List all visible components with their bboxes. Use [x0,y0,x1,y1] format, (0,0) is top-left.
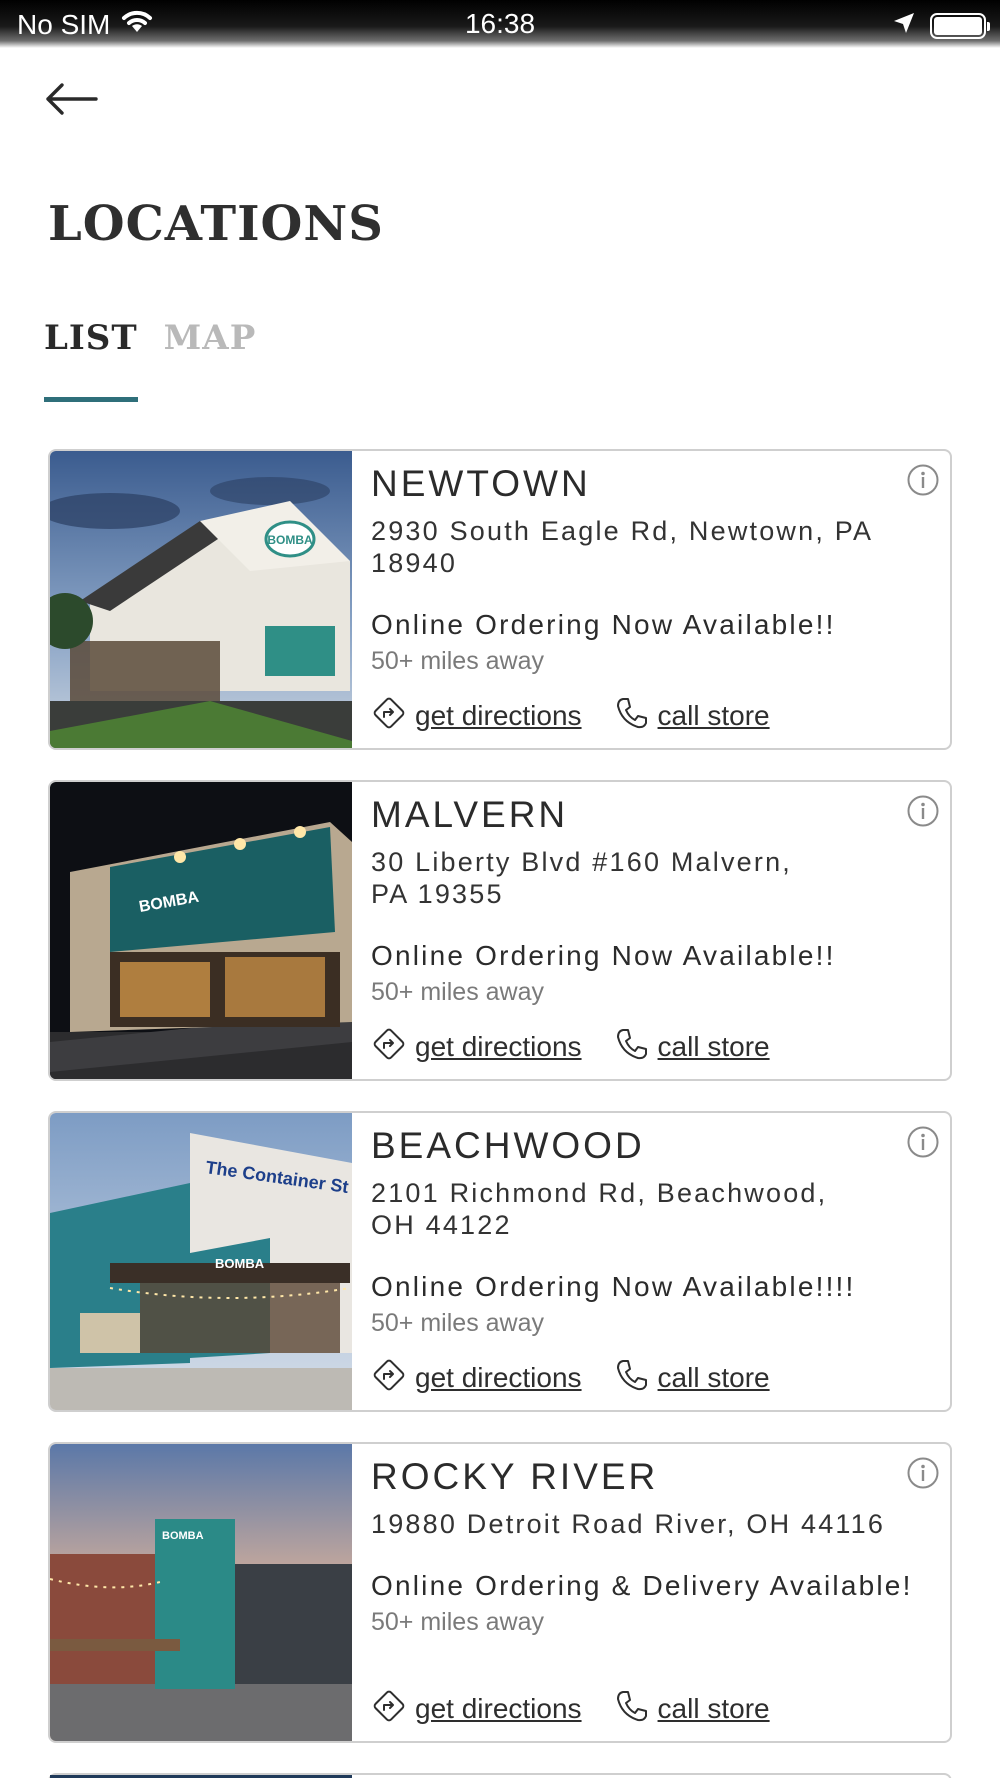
distance-label: 50+ miles away [371,978,544,1006]
directions-icon [371,1357,407,1398]
distance-label: 50+ miles away [371,1608,544,1636]
location-card-newtown[interactable]: BOMBA NEWTOWN 2930 South Eagle Rd, Newto… [48,449,952,750]
card-actions: get directions call store [371,1357,770,1398]
call-store-button[interactable]: call store [614,1357,770,1398]
status-time: 16:38 [464,8,536,39]
location-name: MALVERN [371,794,569,835]
call-store-label: call store [657,1361,770,1393]
card-actions: get directions call store [371,695,770,736]
location-card-beachwood[interactable]: The Container St BOMBA BEACHWOOD 2101 Ri… [48,1111,952,1412]
ordering-status: Online Ordering Now Available!! [371,940,836,971]
get-directions-button[interactable]: get directions [371,1357,582,1398]
get-directions-label: get directions [415,1692,582,1724]
call-store-button[interactable]: call store [614,695,770,736]
tab-map[interactable]: MAP [164,318,257,402]
location-address: 2930 South Eagle Rd, Newtown, PA 18940 [371,516,872,578]
location-card-malvern[interactable]: BOMBA MALVERN 30 Liberty Blvd #160 Malve… [48,780,952,1081]
location-arrow-icon [892,10,916,42]
status-right [892,10,990,42]
battery-icon [930,13,990,39]
ordering-status: Online Ordering Now Available!!!! [371,1271,856,1302]
call-store-button[interactable]: call store [614,1688,770,1729]
card-actions: get directions call store [371,1026,770,1067]
arrow-left-icon [44,82,98,121]
location-name: BEACHWOOD [371,1125,645,1166]
distance-label: 50+ miles away [371,647,544,675]
get-directions-label: get directions [415,1361,582,1393]
directions-icon [371,695,407,736]
back-button[interactable] [44,80,100,122]
get-directions-label: get directions [415,699,582,731]
call-store-label: call store [657,1030,770,1062]
get-directions-label: get directions [415,1030,582,1062]
info-icon[interactable] [906,1125,940,1164]
card-actions: get directions call store [371,1688,770,1729]
call-store-button[interactable]: call store [614,1026,770,1067]
phone-icon [614,1357,650,1398]
info-icon[interactable] [906,1456,940,1495]
location-photo: The Container St BOMBA [50,1113,352,1410]
store-sign: BOMBA [162,1530,204,1542]
info-icon[interactable] [906,794,940,833]
tab-list[interactable]: LIST [44,318,138,402]
status-bar: No SIM 16:38 [0,0,1000,48]
phone-icon [614,695,650,736]
get-directions-button[interactable]: get directions [371,1026,582,1067]
location-photo: BOMBA [50,1444,352,1741]
location-card-rocky-river[interactable]: BOMBA ROCKY RIVER 19880 Detroit Road Riv… [48,1442,952,1743]
call-store-label: call store [657,699,770,731]
location-card-partial[interactable] [48,1773,952,1778]
page-title: LOCATIONS [48,196,384,252]
store-sign: BOMBA [267,533,313,547]
directions-icon [371,1026,407,1067]
location-name: NEWTOWN [371,463,591,504]
location-address: 19880 Detroit Road River, OH 44116 [371,1509,886,1539]
location-photo: BOMBA [50,782,352,1079]
locations-list: BOMBA NEWTOWN 2930 South Eagle Rd, Newto… [48,449,952,1773]
store-sign: BOMBA [215,1256,265,1271]
info-icon[interactable] [906,463,940,502]
distance-label: 50+ miles away [371,1309,544,1337]
location-name: ROCKY RIVER [371,1456,659,1497]
call-store-label: call store [657,1692,770,1724]
phone-icon [614,1026,650,1067]
location-photo: BOMBA [50,451,352,748]
get-directions-button[interactable]: get directions [371,1688,582,1729]
location-address: 30 Liberty Blvd #160 Malvern, PA 19355 [371,847,792,909]
view-tabs: LIST MAP [44,318,256,402]
get-directions-button[interactable]: get directions [371,695,582,736]
directions-icon [371,1688,407,1729]
phone-icon [614,1688,650,1729]
ordering-status: Online Ordering & Delivery Available! [371,1570,913,1601]
location-address: 2101 Richmond Rd, Beachwood, OH 44122 [371,1178,828,1240]
ordering-status: Online Ordering Now Available!! [371,609,836,640]
